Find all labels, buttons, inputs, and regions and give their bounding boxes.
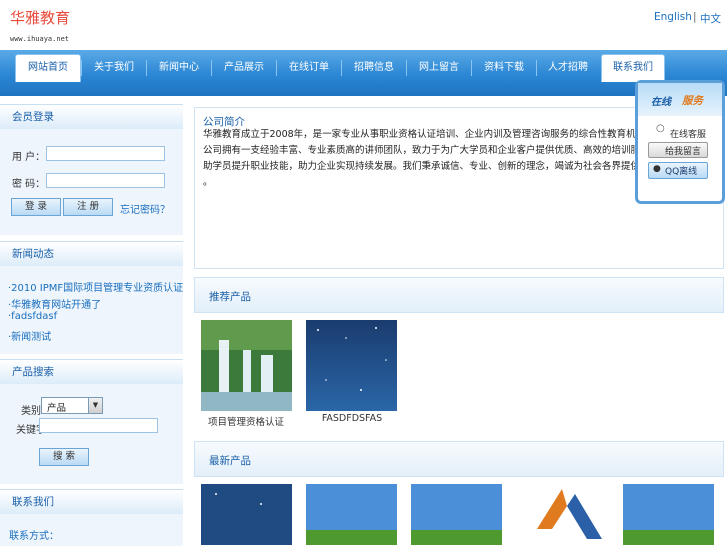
contact-box-title: 联系我们 [0,489,183,514]
news-box-title: 新闻动态 [0,241,183,266]
recommend-title: 推荐产品 [209,291,251,303]
nav-item-about[interactable]: 关于我们 [82,55,146,80]
nav-item-jobs[interactable]: 招聘信息 [342,55,406,80]
intro-line: 华雅教育成立于2008年，是一家专业从事职业资格认证培训、企业内训及管理咨询服务… [203,129,655,140]
product-caption[interactable]: FASDFDSFAS [292,413,412,424]
news-item[interactable]: ·2010 IPMF国际项目管理专业资质认证 [8,279,183,294]
online-service-title-b: 服务 [682,95,703,107]
keyword-input[interactable] [39,418,158,433]
intro-line: 公司拥有一支经验丰富、专业素质高的讲师团队，致力于为广大学员和企业客户提供优质、… [203,145,669,156]
product-caption[interactable]: 项目管理资格认证 [186,414,306,428]
search-button[interactable]: 搜 索 [39,448,89,466]
username-input[interactable] [46,146,165,161]
nav-item-contact[interactable]: 联系我们 [601,54,665,82]
password-label: 密 码： [12,179,46,190]
nav-item-guestbook[interactable]: 网上留言 [407,55,471,80]
lang-separator: | [693,11,697,23]
forgot-password-link[interactable]: 忘记密码？ [120,201,170,216]
nav-item-talent[interactable]: 人才招聘 [537,55,599,80]
online-service-panel: 在线 服务 ○ 在线客服 给我留言 ● QQ离线 [635,80,725,204]
news-item[interactable]: ·华雅教育网站开通了 [8,296,101,311]
qq-offline-label: QQ离线 [665,167,698,177]
online-service-title-a: 在线 [651,97,671,108]
news-item[interactable]: ·新闻测试 [8,328,51,343]
logo-url: www.ihuaya.net [10,35,70,43]
nav-item-orders[interactable]: 在线订单 [277,55,341,80]
intro-line: 助学员提升职业技能，助力企业实现持续发展。我们秉承诚信、专业、创新的理念，竭诚为… [203,161,660,172]
password-input[interactable] [46,173,165,188]
search-box-title: 产品搜索 [0,359,183,384]
nav-item-downloads[interactable]: 资料下载 [472,55,536,80]
chevron-down-icon[interactable]: ▼ [88,398,102,413]
intro-line: 。 [203,177,213,188]
chat-bubble-icon: ○ [656,123,665,134]
category-select-value: 产品 [47,403,67,414]
recommend-header: 推荐产品 [194,277,724,313]
lang-english-link[interactable]: English [654,11,692,23]
contact-info-link[interactable]: 联系方式： [9,527,59,542]
latest-title: 最新产品 [209,455,251,467]
latest-thumb[interactable] [306,484,397,545]
latest-thumb[interactable] [623,484,714,545]
latest-header: 最新产品 [194,441,724,477]
qq-offline-button[interactable]: ● QQ离线 [648,162,708,179]
latest-thumb-logo[interactable] [517,484,608,545]
nav-item-news[interactable]: 新闻中心 [147,55,211,80]
register-button[interactable]: 注 册 [63,198,113,216]
product-thumb-stars[interactable] [306,320,397,411]
news-item[interactable]: ·fadsfdasf [8,311,57,322]
product-thumb-waterfall[interactable] [201,320,292,411]
username-label: 用 户： [12,152,46,163]
leave-message-button[interactable]: 给我留言 [648,142,708,158]
login-button[interactable]: 登 录 [11,198,61,216]
login-box-title: 会员登录 [0,104,183,129]
category-select[interactable]: 产品 ▼ [41,397,103,414]
site-logo[interactable]: 华雅教育 [10,7,70,28]
lang-chinese-link[interactable]: 中文 [700,11,721,26]
latest-thumb[interactable] [411,484,502,545]
leave-message-label: 给我留言 [665,147,702,157]
qq-penguin-icon: ● [653,164,661,174]
nav-item-products[interactable]: 产品展示 [212,55,276,80]
nav-item-home[interactable]: 网站首页 [15,54,81,82]
latest-thumb[interactable] [201,484,292,545]
online-contact-link[interactable]: 在线客服 [670,127,706,140]
